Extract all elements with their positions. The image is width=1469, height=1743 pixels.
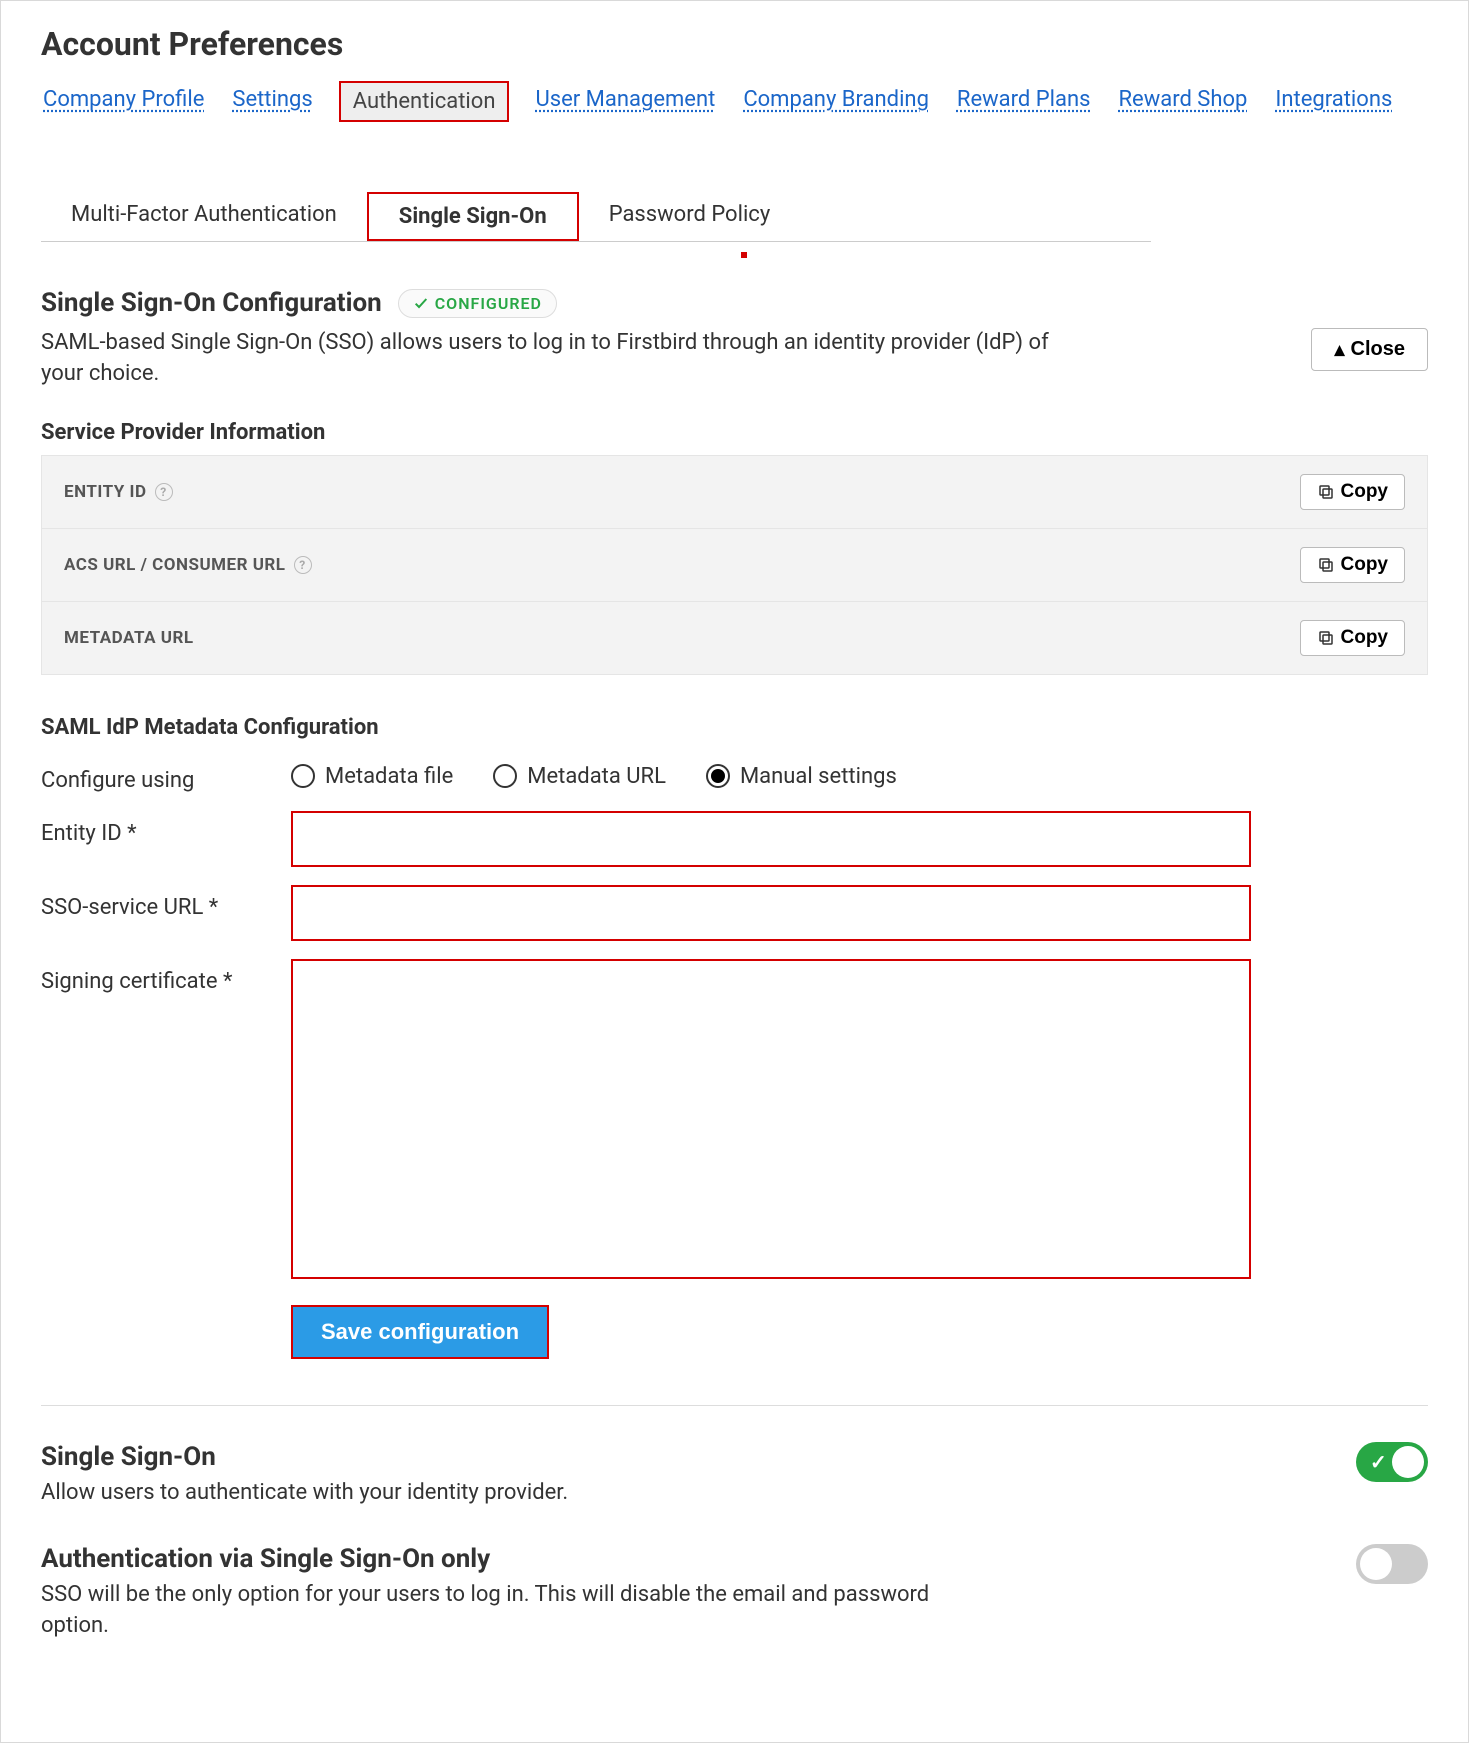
tab-reward-plans[interactable]: Reward Plans	[955, 81, 1093, 122]
sp-label-acs-url: ACS URL / CONSUMER URL	[64, 555, 286, 575]
copy-icon	[1317, 483, 1335, 501]
radio-metadata-url-label: Metadata URL	[527, 764, 666, 789]
copy-metadata-url-button[interactable]: Copy	[1300, 620, 1406, 656]
tab-company-branding[interactable]: Company Branding	[741, 81, 931, 122]
copy-icon	[1317, 629, 1335, 647]
sp-row-metadata-url: METADATA URL Copy	[42, 602, 1427, 674]
sp-label-entity-id: ENTITY ID	[64, 482, 147, 502]
page-title: Account Preferences	[41, 25, 1428, 63]
sso-service-url-input[interactable]	[291, 885, 1251, 941]
copy-entity-id-button[interactable]: Copy	[1300, 474, 1406, 510]
sp-row-acs-url: ACS URL / CONSUMER URL ? Copy	[42, 529, 1427, 602]
sub-tab-sso[interactable]: Single Sign-On	[367, 192, 579, 241]
radio-metadata-file-label: Metadata file	[325, 764, 453, 789]
configure-using-radio-group: Metadata file Metadata URL Manual settin…	[291, 758, 897, 789]
tab-authentication[interactable]: Authentication	[339, 81, 510, 122]
toggle-knob	[1360, 1548, 1392, 1580]
sp-info-table: ENTITY ID ? Copy ACS URL / CONSUMER URL …	[41, 455, 1428, 675]
entity-id-input[interactable]	[291, 811, 1251, 867]
signing-certificate-label: Signing certificate *	[41, 959, 271, 994]
status-badge-label: CONFIGURED	[435, 294, 542, 313]
radio-metadata-url[interactable]	[493, 764, 517, 788]
tab-reward-shop[interactable]: Reward Shop	[1116, 81, 1249, 122]
signing-certificate-input[interactable]	[291, 959, 1251, 1279]
sub-tab-password-policy[interactable]: Password Policy	[579, 192, 801, 241]
sso-service-url-label: SSO-service URL *	[41, 885, 271, 920]
sso-only-toggle-desc: SSO will be the only option for your use…	[41, 1580, 941, 1642]
tab-user-management[interactable]: User Management	[533, 81, 717, 122]
sso-description: SAML-based Single Sign-On (SSO) allows u…	[41, 328, 1091, 390]
tab-settings[interactable]: Settings	[230, 81, 314, 122]
copy-acs-url-button[interactable]: Copy	[1300, 547, 1406, 583]
entity-id-label: Entity ID *	[41, 811, 271, 846]
copy-button-label: Copy	[1341, 554, 1389, 576]
sso-config-heading: Single Sign-On Configuration	[41, 288, 382, 318]
sp-label-metadata-url: METADATA URL	[64, 628, 194, 648]
sp-row-entity-id: ENTITY ID ? Copy	[42, 456, 1427, 529]
configure-using-label: Configure using	[41, 758, 271, 793]
highlight-dot	[741, 252, 747, 258]
copy-button-label: Copy	[1341, 481, 1389, 503]
tab-integrations[interactable]: Integrations	[1273, 81, 1394, 122]
toggle-knob	[1392, 1446, 1424, 1478]
help-icon[interactable]: ?	[294, 556, 312, 574]
sub-tab-mfa[interactable]: Multi-Factor Authentication	[41, 192, 367, 241]
radio-manual-settings-label: Manual settings	[740, 764, 897, 789]
copy-button-label: Copy	[1341, 627, 1389, 649]
close-button-label: Close	[1351, 338, 1405, 361]
help-icon[interactable]: ?	[155, 483, 173, 501]
chevron-up-icon: ▴	[1334, 337, 1344, 362]
sso-toggle[interactable]	[1356, 1442, 1428, 1482]
sso-toggle-title: Single Sign-On	[41, 1442, 568, 1472]
copy-icon	[1317, 556, 1335, 574]
radio-manual-settings[interactable]	[706, 764, 730, 788]
close-button[interactable]: ▴ Close	[1311, 328, 1428, 371]
radio-metadata-file[interactable]	[291, 764, 315, 788]
sub-tabs: Multi-Factor Authentication Single Sign-…	[41, 192, 1151, 242]
divider	[41, 1405, 1428, 1406]
top-tabs: Company Profile Settings Authentication …	[41, 81, 1428, 122]
tab-company-profile[interactable]: Company Profile	[41, 81, 206, 122]
sso-only-toggle[interactable]	[1356, 1544, 1428, 1584]
check-icon	[413, 295, 429, 311]
sso-toggle-desc: Allow users to authenticate with your id…	[41, 1478, 568, 1509]
sso-only-toggle-title: Authentication via Single Sign-On only	[41, 1544, 941, 1574]
idp-config-heading: SAML IdP Metadata Configuration	[41, 715, 1428, 740]
status-badge: CONFIGURED	[398, 289, 557, 318]
sp-info-heading: Service Provider Information	[41, 420, 1428, 445]
save-configuration-button[interactable]: Save configuration	[291, 1305, 549, 1359]
